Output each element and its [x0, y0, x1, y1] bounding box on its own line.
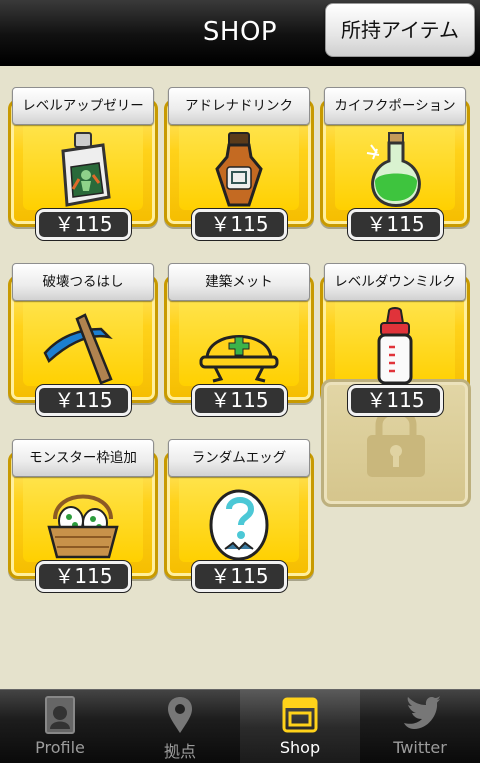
tab-label: Twitter [393, 738, 447, 757]
item-name: レベルアップゼリー [12, 87, 154, 125]
price-tag: ￥115 [36, 209, 131, 240]
tab-base[interactable]: 拠点 [120, 690, 240, 763]
price-tag: ￥115 [36, 385, 131, 416]
shop-icon [282, 697, 318, 733]
tab-label: Shop [279, 738, 321, 757]
shop-item-construction-helmet[interactable]: 建築メット ￥115 [164, 245, 314, 416]
item-name: ランダムエッグ [168, 439, 310, 477]
item-name: 建築メット [168, 263, 310, 301]
price-tag: ￥115 [348, 385, 443, 416]
hard-hat-icon [199, 335, 279, 383]
map-pin-icon [168, 697, 192, 733]
header-bar: SHOP 所持アイテム [0, 0, 480, 66]
bottom-tab-bar: Profile 拠点 Shop Twitter [0, 689, 480, 763]
green-potion-icon [366, 132, 421, 207]
shop-item-monster-slot[interactable]: モンスター枠追加 ￥115 [8, 421, 158, 592]
tab-label: 拠点 [163, 742, 196, 761]
pickaxe-icon [43, 313, 113, 385]
shop-item-recovery-potion[interactable]: カイフクポーション ￥115 [320, 69, 470, 240]
tab-shop[interactable]: Shop [240, 690, 360, 763]
tab-twitter[interactable]: Twitter [360, 690, 480, 763]
shop-item-adrena-drink[interactable]: アドレナドリンク ￥115 [164, 69, 314, 240]
twitter-bird-icon [404, 696, 440, 729]
shop-item-level-up-jelly[interactable]: レベルアップゼリー ￥115 [8, 69, 158, 240]
price-tag: ￥115 [36, 561, 131, 592]
profile-icon [45, 696, 75, 734]
egg-basket-icon [47, 494, 119, 559]
item-name: レベルダウンミルク [324, 263, 466, 301]
shop-item-random-egg[interactable]: ランダムエッグ ￥115 [164, 421, 314, 592]
jelly-pouch-icon [61, 132, 111, 207]
item-name: 破壊つるはし [12, 263, 154, 301]
price-tag: ￥115 [192, 561, 287, 592]
tab-profile[interactable]: Profile [0, 690, 120, 763]
random-egg-icon [209, 489, 269, 561]
tab-label: Profile [35, 738, 85, 757]
milk-bottle-icon [377, 307, 413, 385]
owned-items-button[interactable]: 所持アイテム [325, 3, 475, 57]
item-name: カイフクポーション [324, 87, 466, 125]
item-name: アドレナドリンク [168, 87, 310, 125]
price-tag: ￥115 [192, 209, 287, 240]
item-name: モンスター枠追加 [12, 439, 154, 477]
price-tag: ￥115 [348, 209, 443, 240]
price-tag: ￥115 [192, 385, 287, 416]
drink-bottle-icon [215, 132, 263, 207]
shop-item-destruction-pickaxe[interactable]: 破壊つるはし ￥115 [8, 245, 158, 416]
